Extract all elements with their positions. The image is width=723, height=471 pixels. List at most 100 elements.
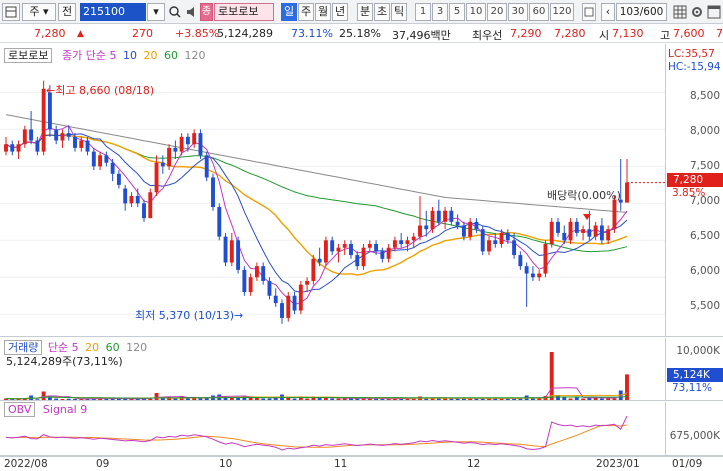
volume-bar	[104, 399, 109, 400]
search-icon[interactable]	[167, 3, 183, 21]
interval-20[interactable]: 20	[487, 3, 507, 21]
ma60-legend[interactable]: 60	[164, 49, 178, 62]
tab-minute[interactable]: 분	[357, 3, 373, 21]
candle-body	[599, 225, 604, 241]
hc-value: HC:-15,94	[668, 61, 721, 73]
y-tick: 6,000	[689, 265, 720, 277]
x-label: 12	[467, 458, 481, 470]
candle-body	[16, 144, 21, 152]
stock-name-box: 로보로보	[4, 48, 53, 63]
candle-body	[110, 162, 115, 174]
tab-week[interactable]: 주	[298, 3, 314, 21]
market-select[interactable]: 주 ▾	[22, 3, 56, 21]
candle-body	[374, 244, 379, 252]
count-display[interactable]: 103/600	[616, 3, 667, 21]
volume-bar	[424, 398, 429, 400]
candle-body	[41, 88, 46, 152]
candle-body	[229, 240, 234, 263]
stock-name: 로보로보	[214, 3, 274, 21]
code-input[interactable]: 215100	[80, 3, 146, 21]
tab-tick[interactable]: 틱	[391, 3, 407, 21]
volume-bar	[73, 399, 77, 400]
candle-body	[248, 277, 253, 293]
candle-body	[493, 240, 498, 244]
obv-title: OBV	[4, 402, 36, 417]
current-price-tag: 7,280	[667, 173, 723, 187]
x-label: 2023/01	[596, 458, 640, 470]
obv-legend: OBV Signal 9	[4, 402, 87, 417]
tab-day[interactable]: 일	[281, 3, 297, 21]
tab-year[interactable]: 년	[332, 3, 348, 21]
candle-body	[254, 266, 259, 278]
ma5-line	[5, 125, 628, 306]
candle-body	[424, 225, 429, 230]
candle-body	[474, 221, 479, 230]
low-annotation: 최저 5,370 (10/13)→	[135, 307, 243, 323]
ma5-legend[interactable]: 5	[109, 49, 116, 62]
candle-body	[273, 295, 278, 304]
interval-120[interactable]: 120	[550, 3, 574, 21]
volume-bar	[342, 398, 347, 400]
candle-body	[129, 195, 134, 204]
candle-body	[380, 251, 385, 259]
volume-ratio: 73.11%	[291, 27, 333, 40]
interval-30[interactable]: 30	[508, 3, 528, 21]
vol-ma120-legend[interactable]: 120	[126, 341, 147, 354]
ask-price: 7,290	[510, 27, 542, 40]
candle-body	[461, 225, 466, 237]
volume-pane[interactable]: 10,000K 5,124K 73,11% 거래량 단순 5 20 60 120…	[0, 338, 723, 401]
candle-body	[192, 133, 197, 145]
tab-second[interactable]: 초	[374, 3, 390, 21]
y-tick: 7,500	[689, 160, 720, 172]
candle-body	[79, 140, 84, 148]
interval-3[interactable]: 3	[432, 3, 448, 21]
ma120-legend[interactable]: 120	[184, 49, 205, 62]
count-prev-button[interactable]: ‹	[601, 3, 615, 21]
candle-body	[549, 221, 554, 244]
chart-settings-icon[interactable]	[582, 3, 596, 21]
high-label: 고	[660, 29, 671, 42]
interval-1[interactable]: 1	[415, 3, 431, 21]
price-change: 270	[132, 27, 153, 40]
candle-body	[480, 229, 485, 252]
unit-button[interactable]: 전	[58, 3, 76, 21]
lc-value: LC:35,57	[668, 48, 715, 60]
y-tick: 5,500	[689, 300, 720, 312]
x-axis: 2022/08 09 10 11 12 2023/01 01/09	[0, 456, 723, 471]
candle-body	[160, 162, 165, 167]
candle-body	[116, 173, 121, 185]
price-pane[interactable]: LC:35,57 HC:-15,94 8,500 8,000 7,500 7,0…	[0, 44, 723, 337]
ma60-line	[5, 134, 628, 253]
candle-body	[286, 295, 291, 318]
candle-body	[85, 140, 90, 152]
candle-body	[104, 155, 109, 163]
candle-body	[556, 221, 560, 233]
code-dropdown[interactable]: ▾	[147, 3, 165, 21]
interval-10[interactable]: 10	[466, 3, 486, 21]
menu-icon[interactable]	[2, 3, 20, 21]
speaker-icon[interactable]	[184, 3, 198, 21]
volume-bar	[606, 398, 611, 400]
candle-body	[179, 136, 184, 152]
high-annotation: ←최고 8,660 (08/18)	[46, 82, 154, 98]
candle-body	[66, 133, 71, 137]
interval-5[interactable]: 5	[449, 3, 465, 21]
grid-icon[interactable]	[672, 3, 688, 21]
candle-body	[54, 129, 59, 141]
tab-month[interactable]: 월	[315, 3, 331, 21]
volume-axis: 10,000K 5,124K 73,11%	[665, 338, 723, 400]
window-icon[interactable]	[706, 3, 722, 21]
market-select-label: 주	[29, 5, 40, 18]
dividend-annotation: 배당락(0.00%)	[547, 189, 621, 202]
gear-icon[interactable]	[689, 3, 705, 21]
ma20-legend[interactable]: 20	[143, 49, 157, 62]
candle-body	[261, 266, 266, 281]
ma10-legend[interactable]: 10	[123, 49, 137, 62]
candle-body	[10, 144, 15, 152]
interval-60[interactable]: 60	[529, 3, 549, 21]
obv-pane[interactable]: 675,000K OBV Signal 9	[0, 402, 723, 456]
candle-body	[593, 225, 598, 237]
candle-body	[399, 240, 404, 244]
candle-body	[173, 147, 178, 152]
volume-bar	[267, 398, 272, 400]
